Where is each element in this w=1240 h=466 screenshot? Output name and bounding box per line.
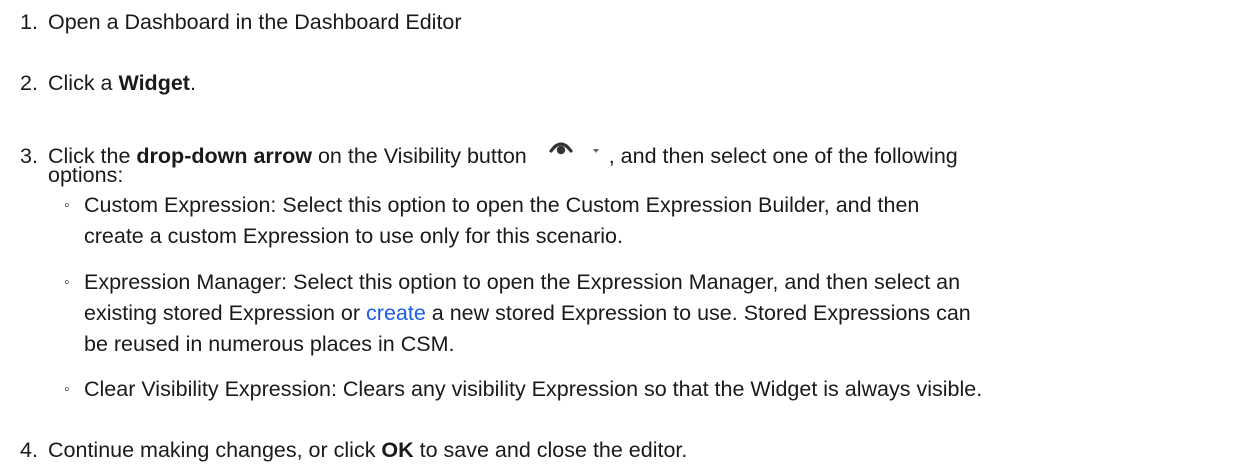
option-text-line2-prefix: existing stored Expression or <box>84 301 367 325</box>
option-text-line2-suffix: a new stored Expression to use. Stored E… <box>425 301 971 325</box>
option-text: Clear Visibility Expression: Clears any … <box>84 377 983 401</box>
step-text-prefix: Continue making changes, or click <box>48 438 382 462</box>
option-clear-visibility-expression: ◦ Clear Visibility Expression: Clears any… <box>64 374 1230 405</box>
step-text: Open a Dashboard in the Dashboard Editor <box>48 10 462 34</box>
step-2: 2. Click a Widget. <box>20 68 1230 99</box>
step-number: 2. <box>20 71 38 95</box>
step-text-suffix: . <box>189 71 196 95</box>
option-custom-expression: ◦ Custom Expression: Select this option t… <box>64 190 1230 252</box>
chevron-down-icon <box>592 149 599 153</box>
option-text-line2: create a custom Expression to use only f… <box>84 224 623 248</box>
option-text: Expression Manager: Select this option t… <box>84 270 961 294</box>
bullet-icon: ◦ <box>64 274 70 291</box>
option-text-line3: be reused in numerous places in CSM. <box>84 332 455 356</box>
bullet-icon: ◦ <box>64 381 70 398</box>
step-text-prefix: Click a <box>48 71 119 95</box>
ok-term: OK <box>381 438 414 462</box>
step-text-continuation: options: <box>48 163 124 187</box>
create-link[interactable]: create <box>366 301 426 325</box>
step-number: 4. <box>20 438 38 462</box>
option-text-line2: existing stored Expression or create a n… <box>64 298 1230 329</box>
option-expression-manager: ◦ Expression Manager: Select this option … <box>64 267 1230 360</box>
step-3-continuation: options: <box>20 160 1230 191</box>
step-text-suffix: to save and close the editor. <box>413 438 688 462</box>
widget-term: Widget <box>118 71 190 95</box>
bullet-icon: ◦ <box>64 197 70 214</box>
step-1: 1. Open a Dashboard in the Dashboard Edit… <box>20 7 1230 38</box>
step-number: 1. <box>20 10 38 34</box>
step-4: 4. Continue making changes, or click OK t… <box>20 435 1230 466</box>
option-text: Custom Expression: Select this option to… <box>84 193 920 217</box>
